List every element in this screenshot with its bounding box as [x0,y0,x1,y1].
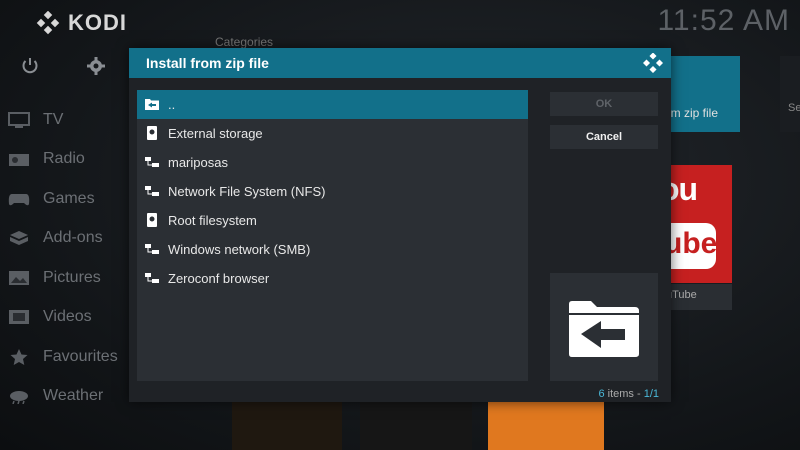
preview-thumbnail [550,273,658,381]
tile-label: Se [788,102,800,114]
list-item-mariposas[interactable]: mariposas [137,148,528,177]
network-share-icon [145,273,159,283]
power-icon[interactable] [20,56,40,76]
sidebar-item-label: Add-ons [43,229,103,247]
sidebar-item-videos[interactable]: Videos [0,298,130,338]
sidebar-item-label: Games [43,189,95,207]
list-item-label: Network File System (NFS) [168,184,326,199]
addon-tile[interactable] [360,402,472,450]
folder-back-icon [569,301,639,357]
kodi-logo-icon [36,11,60,35]
radio-icon [9,154,29,167]
cancel-button[interactable]: Cancel [550,125,658,149]
kodi-logo-text: KODI [68,10,127,35]
dialog-header: Install from zip file [129,48,671,78]
sidebar-item-radio[interactable]: Radio [0,140,130,180]
weather-icon [10,391,28,405]
list-item-label: .. [168,97,176,112]
list-item-label: External storage [168,126,263,141]
ok-button[interactable]: OK [550,92,658,116]
youtube-logo-bottom: ube [664,227,718,260]
dialog-title: Install from zip file [146,55,269,71]
addon-tile[interactable] [232,402,342,450]
kodi-logo: KODI [36,10,127,36]
list-item-root-filesystem[interactable]: Root filesystem [137,206,528,235]
hard-drive-icon [147,126,157,140]
folder-back-icon [145,99,159,110]
sidebar-item-label: Radio [43,150,85,168]
list-item-label: mariposas [168,155,228,170]
clock: 11:52 AM [657,4,790,37]
page-indicator: 1/1 [643,388,659,400]
gear-icon[interactable] [86,56,106,76]
addon-tile[interactable] [488,402,604,450]
sidebar-item-weather[interactable]: Weather [0,377,130,417]
tv-icon [8,111,30,128]
tile-label: om zip file [664,106,719,120]
pictures-icon [9,270,29,285]
install-from-zip-dialog: Install from zip file .. External storag… [129,48,671,402]
item-count-word: items [607,388,634,400]
list-item-label: Root filesystem [168,213,257,228]
item-count-separator: - [633,388,644,400]
list-item-smb[interactable]: Windows network (SMB) [137,235,528,264]
list-item-label: Windows network (SMB) [168,242,311,257]
list-item-nfs[interactable]: Network File System (NFS) [137,177,528,206]
sidebar-item-favourites[interactable]: Favourites [0,337,130,377]
sidebar-item-addons[interactable]: Add-ons [0,219,130,259]
film-icon [9,310,29,325]
item-count-number: 6 [598,388,605,400]
sidebar-item-label: Favourites [43,347,118,365]
sidebar-item-games[interactable]: Games [0,179,130,219]
sidebar: TV Radio Games Add-ons Pictures Videos F… [0,100,130,416]
sidebar-item-label: Pictures [43,268,101,286]
network-share-icon [145,244,159,254]
hard-drive-icon [147,213,157,227]
item-count: 6 items - 1/1 [598,388,659,400]
list-item-label: Zeroconf browser [168,271,270,286]
network-share-icon [145,186,159,196]
sidebar-item-label: Videos [43,308,92,326]
sidebar-item-label: Weather [43,387,104,405]
install-zip-tile[interactable]: om zip file [660,56,740,132]
network-share-icon [145,157,159,167]
star-icon [10,348,28,365]
categories-label: Categories [215,35,274,49]
addons-box-icon [10,231,28,246]
settings-tile[interactable]: Se [780,56,800,132]
top-bar: KODI 11:52 AM [0,0,800,46]
list-item-parent-folder[interactable]: .. [137,90,528,119]
sidebar-item-pictures[interactable]: Pictures [0,258,130,298]
sidebar-item-label: TV [43,110,64,128]
gamepad-icon [8,193,30,206]
list-item-zeroconf[interactable]: Zeroconf browser [137,264,528,293]
file-source-list: .. External storage mariposas Network Fi… [137,90,528,381]
sidebar-item-tv[interactable]: TV [0,100,130,140]
list-item-external-storage[interactable]: External storage [137,119,528,148]
kodi-icon [643,53,663,73]
